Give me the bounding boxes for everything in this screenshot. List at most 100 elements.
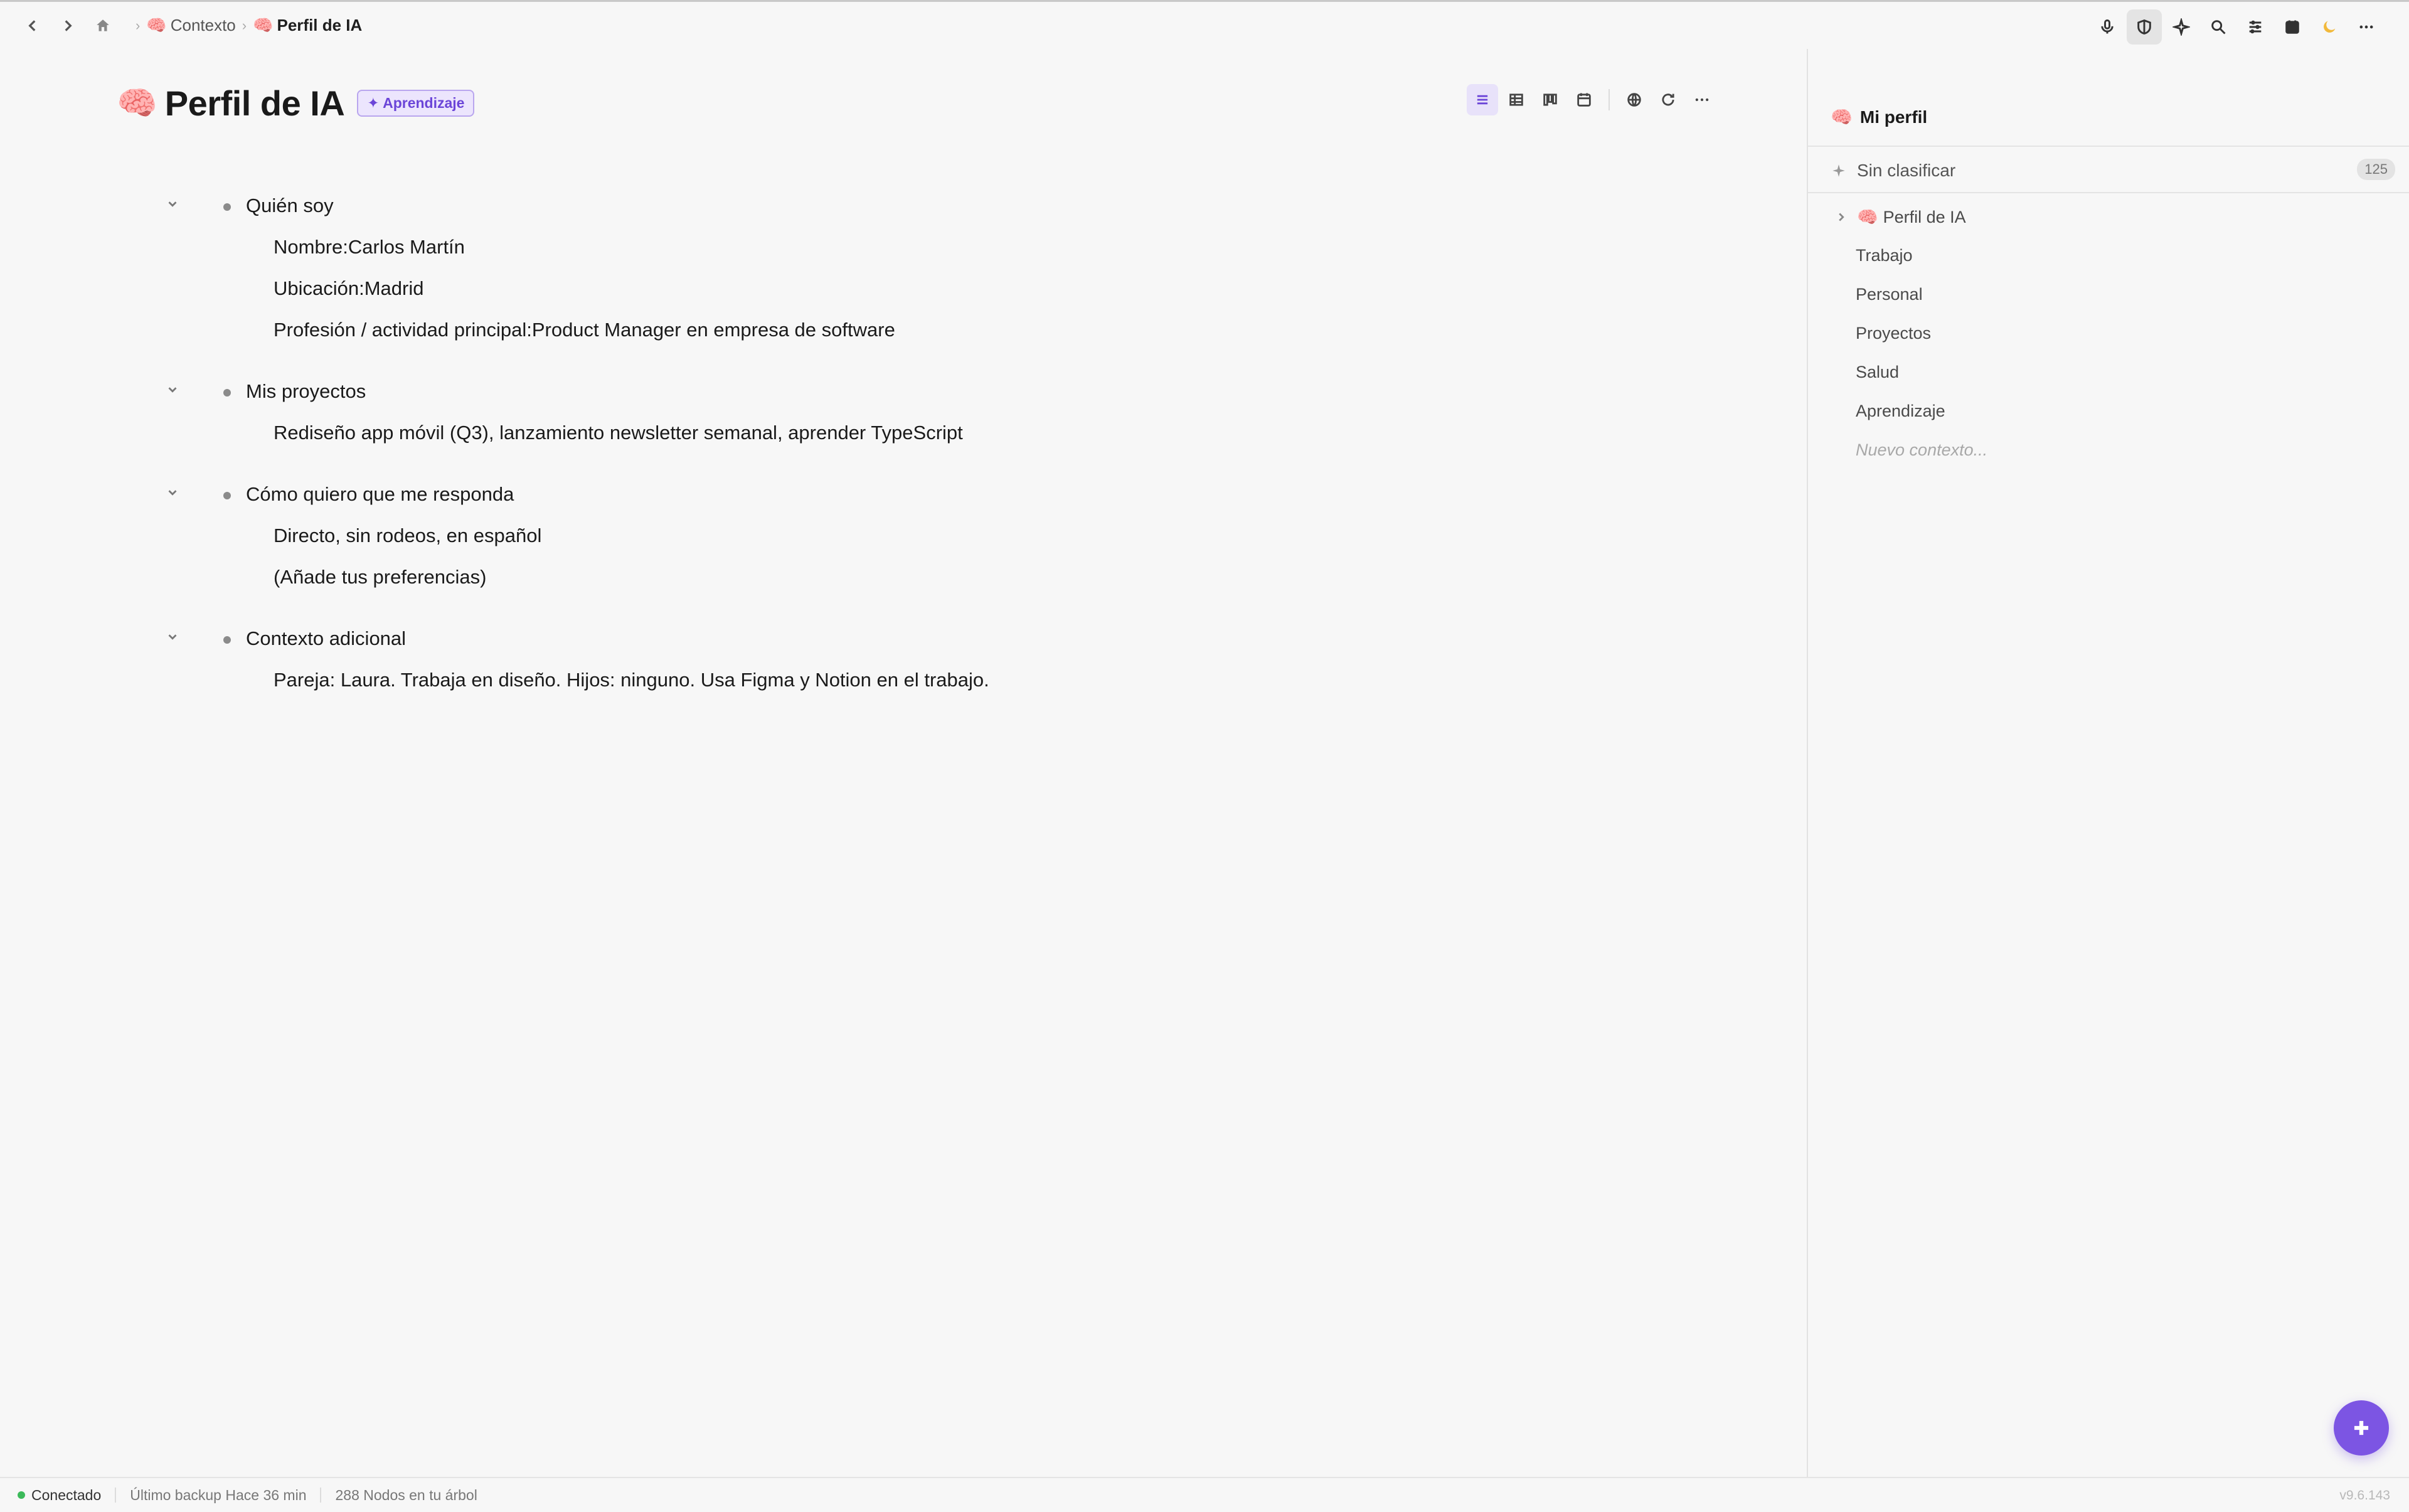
collapse-toggle[interactable] xyxy=(166,197,183,215)
breadcrumb-item-current[interactable]: 🧠 Perfil de IA xyxy=(253,16,362,35)
sidebar-header: 🧠 Mi perfil xyxy=(1831,107,1927,127)
breadcrumb: › 🧠 Contexto › 🧠 Perfil de IA xyxy=(129,16,362,35)
collapse-toggle[interactable] xyxy=(166,486,183,503)
dark-mode-toggle[interactable] xyxy=(2312,9,2347,45)
chevron-down-icon xyxy=(168,201,177,207)
chevron-right-icon[interactable] xyxy=(1834,210,1848,224)
sparkle-icon xyxy=(2172,18,2190,36)
forward-button[interactable] xyxy=(50,8,85,43)
divider xyxy=(1808,192,2409,193)
plus-icon xyxy=(2354,1420,2369,1435)
breadcrumb-separator: › xyxy=(136,17,141,33)
outline-heading[interactable]: Quién soy xyxy=(246,194,334,217)
back-button[interactable] xyxy=(15,8,50,43)
category-tag[interactable]: ✦ Aprendizaje xyxy=(357,90,475,117)
collapse-toggle[interactable] xyxy=(166,383,183,400)
brain-icon: 🧠 xyxy=(117,85,157,122)
sidebar-item-label: Perfil de IA xyxy=(1883,207,1966,226)
status-bar: Conectado Último backup Hace 36 min 288 … xyxy=(0,1477,2409,1512)
page-more-button[interactable] xyxy=(1686,84,1718,115)
bullet-dot[interactable] xyxy=(223,492,231,499)
table-view-button[interactable] xyxy=(1501,84,1532,115)
search-icon xyxy=(2211,20,2226,35)
home-icon xyxy=(97,19,109,31)
filters-button[interactable] xyxy=(2238,9,2273,45)
calendar-icon xyxy=(2285,20,2299,34)
sidebar-item-proyectos[interactable]: Proyectos xyxy=(1856,324,1931,343)
more-horizontal-icon xyxy=(1695,98,1709,102)
outline-heading[interactable]: Mis proyectos xyxy=(246,380,366,403)
home-button[interactable] xyxy=(85,8,120,43)
breadcrumb-separator: › xyxy=(242,17,247,33)
bullet-dot[interactable] xyxy=(223,636,231,644)
brain-icon: 🧠 xyxy=(146,16,167,35)
sidebar-item-salud[interactable]: Salud xyxy=(1856,363,1899,382)
page-title[interactable]: Perfil de IA xyxy=(165,83,345,124)
divider xyxy=(1808,146,2409,147)
sidebar-item-personal[interactable]: Personal xyxy=(1856,285,1923,304)
more-options-button[interactable] xyxy=(2349,9,2384,45)
page-header: 🧠 Perfil de IA ✦ Aprendizaje xyxy=(117,83,475,124)
moon-icon xyxy=(2324,21,2336,33)
collapse-toggle[interactable] xyxy=(166,630,183,647)
ai-sparkle-button[interactable] xyxy=(2164,9,2199,45)
bullet-dot[interactable] xyxy=(223,203,231,211)
app-window: › 🧠 Contexto › 🧠 Perfil de IA 🧠 Perfil d… xyxy=(0,0,2409,1512)
add-node-button[interactable] xyxy=(2334,1400,2389,1456)
chevron-right-icon xyxy=(65,19,72,31)
chevron-down-icon xyxy=(168,387,177,393)
sidebar-item-unclassified[interactable]: Sin clasificar 125 xyxy=(1831,159,2395,181)
top-bar: › 🧠 Contexto › 🧠 Perfil de IA xyxy=(0,0,2409,49)
chevron-left-icon xyxy=(28,19,36,31)
brain-icon: 🧠 xyxy=(1857,208,1878,226)
kanban-icon xyxy=(1543,93,1557,106)
privacy-shield-button[interactable] xyxy=(2127,9,2162,45)
toolbar-divider xyxy=(1609,89,1610,110)
outline-item[interactable]: Directo, sin rodeos, en español xyxy=(274,524,541,547)
chevron-down-icon xyxy=(168,490,177,496)
sidebar-item-trabajo[interactable]: Trabajo xyxy=(1856,246,1913,265)
outline-item[interactable]: Ubicación:Madrid xyxy=(274,277,424,300)
brain-icon: 🧠 xyxy=(1831,107,1853,127)
microphone-icon xyxy=(2101,19,2114,34)
breadcrumb-item-contexto[interactable]: 🧠 Contexto xyxy=(146,16,235,35)
microphone-button[interactable] xyxy=(2090,9,2125,45)
sidebar-title: Mi perfil xyxy=(1859,107,1928,127)
brain-icon: 🧠 xyxy=(253,16,274,35)
sidebar-item-label: Sin clasificar xyxy=(1857,161,1956,180)
count-badge: 125 xyxy=(2357,159,2395,180)
search-button[interactable] xyxy=(2201,9,2236,45)
outline-item[interactable]: Rediseño app móvil (Q3), lanzamiento new… xyxy=(274,422,963,444)
outline-item[interactable]: Nombre:Carlos Martín xyxy=(274,236,465,258)
breadcrumb-label: Contexto xyxy=(170,16,236,35)
outline-item[interactable]: (Añade tus preferencias) xyxy=(274,566,486,588)
board-view-button[interactable] xyxy=(1534,84,1566,115)
publish-web-button[interactable] xyxy=(1619,84,1650,115)
calendar-view-button[interactable] xyxy=(1568,84,1600,115)
outline-item[interactable]: Profesión / actividad principal:Product … xyxy=(274,319,895,341)
calendar-button[interactable] xyxy=(2275,9,2310,45)
refresh-icon xyxy=(1662,93,1674,106)
outline-heading[interactable]: Contexto adicional xyxy=(246,627,406,650)
main-content: 🧠 Perfil de IA ✦ Aprendizaje Quién soy N… xyxy=(0,49,1807,1477)
list-view-button[interactable] xyxy=(1467,84,1498,115)
calendar-icon xyxy=(1577,93,1591,107)
top-toolbar xyxy=(2088,9,2384,45)
globe-icon xyxy=(1627,93,1641,107)
list-icon xyxy=(1477,95,1488,105)
new-context-input[interactable]: Nuevo contexto... xyxy=(1856,440,1987,460)
outline-item[interactable]: Pareja: Laura. Trabaja en diseño. Hijos:… xyxy=(274,669,989,691)
bullet-dot[interactable] xyxy=(223,389,231,397)
outline-heading[interactable]: Cómo quiero que me responda xyxy=(246,483,514,506)
shield-icon xyxy=(2137,19,2151,35)
backup-status: Último backup Hace 36 min xyxy=(130,1486,307,1503)
sidebar-item-perfil-de-ia[interactable]: 🧠 Perfil de IA xyxy=(1834,207,1966,227)
chevron-down-icon xyxy=(168,634,177,640)
sliders-icon xyxy=(2249,20,2262,34)
sidebar-item-aprendizaje[interactable]: Aprendizaje xyxy=(1856,402,1945,421)
connection-status-dot xyxy=(18,1491,25,1499)
refresh-button[interactable] xyxy=(1652,84,1684,115)
context-sidebar: 🧠 Mi perfil Sin clasificar 125 🧠 Perfil de… xyxy=(1807,49,2409,1477)
node-count: 288 Nodos en tu árbol xyxy=(335,1486,477,1503)
app-version: v9.6.143 xyxy=(2339,1488,2390,1503)
